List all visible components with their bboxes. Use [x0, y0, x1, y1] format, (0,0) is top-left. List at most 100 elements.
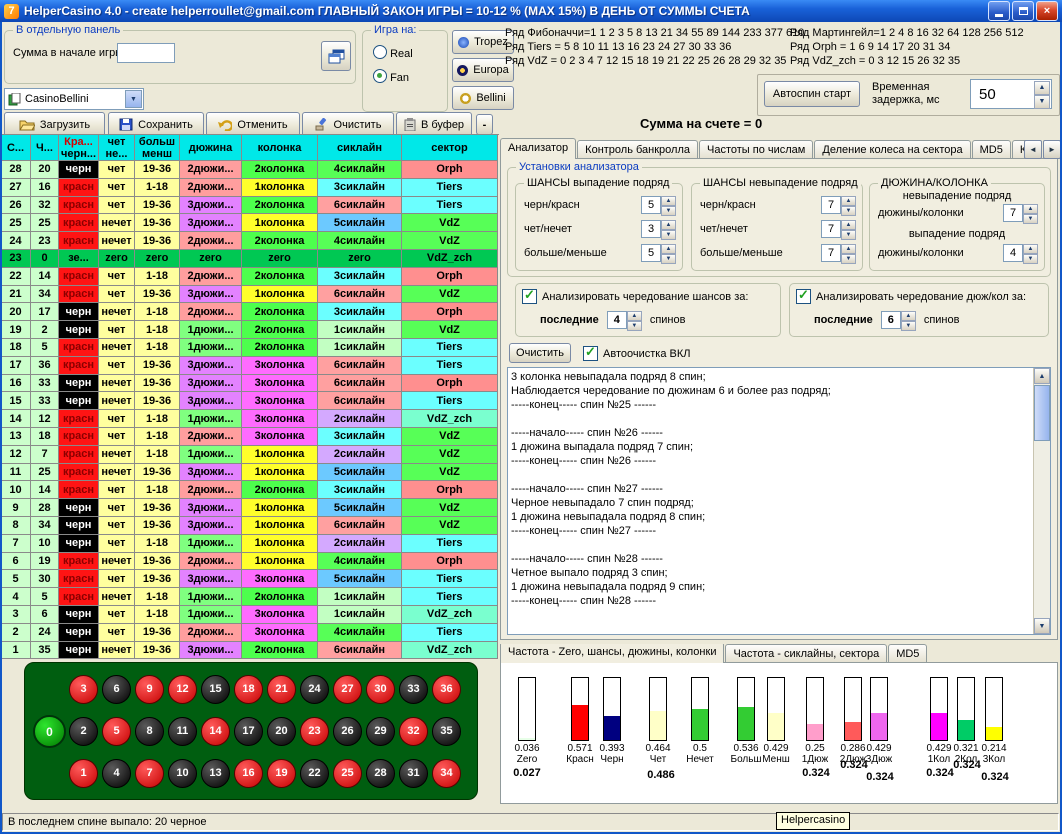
radio-real-circle[interactable] — [373, 45, 387, 59]
tab-freq-0[interactable]: Частота - Zero, шансы, дюжины, колонки — [500, 644, 724, 663]
roulette-chip-27[interactable]: 27 — [333, 675, 362, 704]
g2r0-spinner[interactable]: 7▲▼ — [821, 196, 856, 214]
spin-down-icon[interactable]: ▼ — [841, 230, 856, 240]
roulette-chip-19[interactable]: 19 — [267, 759, 296, 788]
roulette-chip-30[interactable]: 30 — [366, 675, 395, 704]
table-header[interactable]: большменш — [135, 135, 180, 161]
roulette-chip-36[interactable]: 36 — [432, 675, 461, 704]
autoclear-checkbox[interactable] — [583, 346, 598, 361]
roulette-chip-5[interactable]: 5 — [102, 717, 131, 746]
roulette-chip-10[interactable]: 10 — [168, 759, 197, 788]
spin-up-icon[interactable]: ▲ — [841, 220, 856, 230]
alternation-dozens-checkbox[interactable] — [796, 289, 811, 304]
scroll-down-icon[interactable]: ▼ — [1034, 618, 1050, 634]
roulette-chip-6[interactable]: 6 — [102, 675, 131, 704]
roulette-chip-12[interactable]: 12 — [168, 675, 197, 704]
roulette-chip-0[interactable]: 0 — [33, 715, 66, 748]
g1r1-spinner[interactable]: 3▲▼ — [641, 220, 676, 238]
spin-up-icon[interactable]: ▲ — [661, 196, 676, 206]
log-scrollbar[interactable]: ▲ ▼ — [1033, 368, 1050, 634]
last-spins-spinner2[interactable]: 6▲▼ — [881, 311, 916, 329]
table-header[interactable]: Ч... — [31, 135, 59, 161]
chevron-down-icon[interactable]: ▼ — [125, 90, 142, 108]
roulette-chip-31[interactable]: 31 — [399, 759, 428, 788]
spin-up-icon[interactable]: ▲ — [661, 220, 676, 230]
delay-input[interactable]: 50 ▲▼ — [970, 79, 1052, 109]
spin-down-icon[interactable]: ▼ — [1034, 95, 1050, 109]
start-sum-input[interactable] — [117, 43, 175, 63]
tab-main-2[interactable]: Частоты по числам — [699, 140, 813, 159]
spin-up-icon[interactable]: ▲ — [661, 244, 676, 254]
radio-fan-circle[interactable] — [373, 69, 387, 83]
roulette-chip-28[interactable]: 28 — [366, 759, 395, 788]
spin-down-icon[interactable]: ▼ — [841, 254, 856, 264]
tab-scroll-right-icon[interactable]: ► — [1043, 140, 1061, 159]
spin-down-icon[interactable]: ▼ — [901, 321, 916, 331]
g1r2-spinner[interactable]: 5▲▼ — [641, 244, 676, 262]
spin-up-icon[interactable]: ▲ — [841, 244, 856, 254]
roulette-chip-11[interactable]: 11 — [168, 717, 197, 746]
table-header[interactable]: сиклайн — [318, 135, 402, 161]
table-header[interactable]: С... — [1, 135, 31, 161]
roulette-chip-26[interactable]: 26 — [333, 717, 362, 746]
maximize-button[interactable] — [1012, 1, 1034, 21]
g2r1-spinner[interactable]: 7▲▼ — [821, 220, 856, 238]
spin-down-icon[interactable]: ▼ — [661, 230, 676, 240]
g1r0-spinner[interactable]: 5▲▼ — [641, 196, 676, 214]
roulette-chip-4[interactable]: 4 — [102, 759, 131, 788]
roulette-chip-1[interactable]: 1 — [69, 759, 98, 788]
close-button[interactable]: × — [1036, 1, 1058, 21]
roulette-chip-29[interactable]: 29 — [366, 717, 395, 746]
spin-up-icon[interactable]: ▲ — [627, 311, 642, 321]
analyzer-clear-button[interactable]: Очистить — [509, 343, 571, 363]
tab-scroll-left-icon[interactable]: ◄ — [1024, 140, 1042, 159]
roulette-chip-16[interactable]: 16 — [234, 759, 263, 788]
tab-main-3[interactable]: Деление колеса на сектора — [814, 140, 970, 159]
autospin-start-button[interactable]: Автоспин старт — [764, 81, 860, 107]
alternation-chances-checkbox[interactable] — [522, 289, 537, 304]
table-header[interactable]: четне... — [99, 135, 135, 161]
roulette-chip-35[interactable]: 35 — [432, 717, 461, 746]
spin-down-icon[interactable]: ▼ — [1023, 214, 1038, 224]
roulette-chip-14[interactable]: 14 — [201, 717, 230, 746]
roulette-chip-2[interactable]: 2 — [69, 717, 98, 746]
last-spins-spinner[interactable]: 4▲▼ — [607, 311, 642, 329]
roulette-chip-22[interactable]: 22 — [300, 759, 329, 788]
roulette-chip-25[interactable]: 25 — [333, 759, 362, 788]
scroll-thumb[interactable] — [1034, 385, 1050, 441]
roulette-chip-15[interactable]: 15 — [201, 675, 230, 704]
radio-fan[interactable]: Fan — [373, 69, 409, 84]
tab-main-1[interactable]: Контроль банкролла — [577, 140, 698, 159]
analyzer-log[interactable]: 3 колонка невыпадала подряд 8 спин;Наблю… — [507, 367, 1051, 635]
scroll-up-icon[interactable]: ▲ — [1034, 368, 1050, 384]
roulette-chip-17[interactable]: 17 — [234, 717, 263, 746]
minimize-button[interactable] — [988, 1, 1010, 21]
spin-up-icon[interactable]: ▲ — [1023, 204, 1038, 214]
casino-bellini-button[interactable]: Bellini — [452, 86, 514, 110]
g2r2-spinner[interactable]: 7▲▼ — [821, 244, 856, 262]
tab-main-4[interactable]: MD5 — [972, 140, 1011, 159]
minus-button[interactable]: - — [476, 114, 493, 135]
spin-down-icon[interactable]: ▼ — [841, 206, 856, 216]
roulette-chip-13[interactable]: 13 — [201, 759, 230, 788]
spin-up-icon[interactable]: ▲ — [841, 196, 856, 206]
spin-up-icon[interactable]: ▲ — [901, 311, 916, 321]
table-header[interactable]: Кра...черн... — [59, 135, 99, 161]
roulette-chip-8[interactable]: 8 — [135, 717, 164, 746]
roulette-chip-20[interactable]: 20 — [267, 717, 296, 746]
tab-freq-2[interactable]: MD5 — [888, 644, 927, 663]
spin-up-icon[interactable]: ▲ — [1023, 244, 1038, 254]
table-header[interactable]: дюжина — [180, 135, 242, 161]
roulette-chip-9[interactable]: 9 — [135, 675, 164, 704]
detach-panel-button[interactable] — [321, 41, 351, 71]
roulette-chip-18[interactable]: 18 — [234, 675, 263, 704]
roulette-chip-33[interactable]: 33 — [399, 675, 428, 704]
roulette-chip-34[interactable]: 34 — [432, 759, 461, 788]
roulette-chip-21[interactable]: 21 — [267, 675, 296, 704]
table-header[interactable]: сектор — [402, 135, 498, 161]
spin-up-icon[interactable]: ▲ — [1034, 81, 1050, 95]
spin-down-icon[interactable]: ▼ — [661, 206, 676, 216]
roulette-chip-23[interactable]: 23 — [300, 717, 329, 746]
casino-select[interactable]: CasinoBellini ▼ — [4, 88, 144, 110]
roulette-chip-7[interactable]: 7 — [135, 759, 164, 788]
